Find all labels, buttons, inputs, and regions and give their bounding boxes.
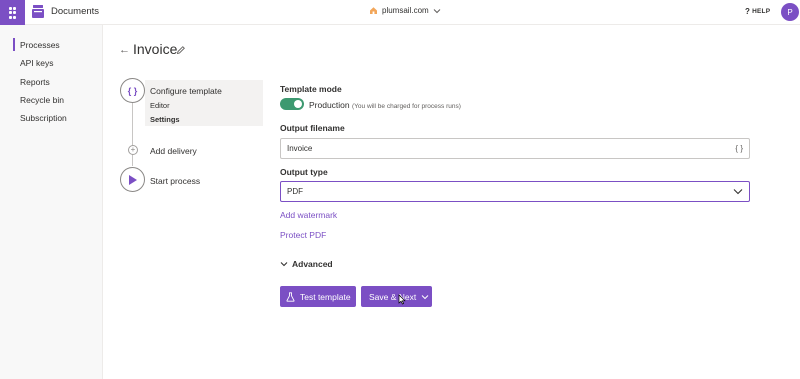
output-type-value: PDF — [287, 187, 303, 196]
production-toggle-text: Production (You will be charged for proc… — [309, 100, 461, 110]
page-title: Invoice — [133, 41, 178, 57]
brand[interactable]: Documents — [32, 5, 99, 18]
protect-pdf-link[interactable]: Protect PDF — [280, 230, 326, 240]
app-name: Documents — [51, 6, 100, 17]
back-arrow-icon[interactable]: ← — [119, 44, 130, 56]
mouse-pointer-icon — [398, 294, 406, 305]
active-indicator — [13, 38, 15, 51]
output-type-label: Output type — [280, 167, 328, 177]
step-connector — [132, 102, 133, 166]
step-start-process[interactable]: Start process — [150, 176, 200, 186]
step-configure-template[interactable]: Configure template — [150, 86, 222, 96]
output-filename-label: Output filename — [280, 123, 345, 133]
production-hint: (You will be charged for process runs) — [352, 103, 461, 110]
documents-logo-icon — [32, 5, 44, 18]
sidebar-item-api-keys[interactable]: API keys — [20, 58, 54, 68]
step-sub-settings[interactable]: Settings — [150, 115, 180, 124]
plus-glyph: + — [130, 145, 136, 154]
avatar[interactable]: P — [781, 3, 799, 21]
step-add-delivery[interactable]: Add delivery — [150, 146, 197, 156]
output-filename-field[interactable]: Invoice { } — [280, 138, 750, 159]
play-icon[interactable] — [120, 167, 145, 192]
flask-icon — [286, 291, 295, 302]
chevron-down-icon[interactable] — [421, 294, 429, 300]
sidebar-item-recycle-bin[interactable]: Recycle bin — [20, 95, 64, 105]
sidebar-item-subscription[interactable]: Subscription — [20, 113, 67, 123]
production-toggle[interactable] — [280, 98, 304, 110]
step-sub-editor[interactable]: Editor — [150, 101, 170, 110]
sidebar-item-processes[interactable]: Processes — [20, 40, 60, 50]
chevron-down-icon — [280, 262, 288, 267]
edit-pencil-icon[interactable] — [176, 45, 186, 55]
test-template-label: Test template — [300, 291, 351, 302]
home-icon — [370, 7, 377, 14]
sidebar: Processes API keys Reports Recycle bin S… — [0, 25, 103, 379]
app-launcher-icon[interactable] — [0, 0, 25, 25]
plus-icon[interactable]: + — [128, 145, 138, 155]
question-mark-icon: ? — [745, 7, 751, 16]
chevron-down-icon — [433, 8, 441, 13]
output-filename-value: Invoice — [287, 144, 313, 153]
help-label: HELP — [752, 8, 771, 15]
top-bar: Documents plumsail.com ? HELP P — [0, 0, 800, 25]
advanced-label: Advanced — [292, 259, 333, 269]
template-mode-label: Template mode — [280, 84, 342, 94]
curly-braces-icon[interactable]: { } — [120, 78, 145, 103]
avatar-initial: P — [787, 7, 793, 17]
save-next-button[interactable]: Save & Next — [361, 286, 432, 307]
help-button[interactable]: ? HELP — [745, 7, 770, 16]
save-next-label: Save & Next — [369, 291, 417, 302]
sidebar-item-reports[interactable]: Reports — [20, 77, 50, 87]
output-type-select[interactable]: PDF — [280, 181, 750, 202]
test-template-button[interactable]: Test template — [280, 286, 356, 307]
production-label: Production — [309, 100, 350, 110]
insert-token-icon[interactable]: { } — [735, 144, 743, 153]
tenant-name: plumsail.com — [382, 6, 429, 15]
tenant-switcher[interactable]: plumsail.com — [369, 6, 441, 15]
add-watermark-link[interactable]: Add watermark — [280, 210, 337, 220]
chevron-down-icon — [733, 189, 743, 195]
advanced-toggle[interactable]: Advanced — [280, 259, 333, 269]
curly-braces-glyph: { } — [127, 85, 138, 96]
